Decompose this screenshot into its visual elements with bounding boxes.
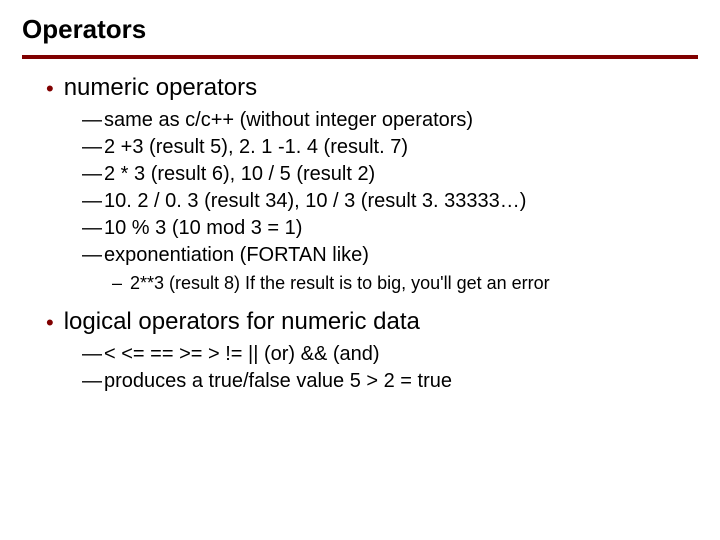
title-underline: [22, 55, 698, 59]
dash-icon: —: [82, 107, 102, 134]
list-item: • numeric operators — same as c/c++ (wit…: [46, 73, 698, 301]
list-item: — 10. 2 / 0. 3 (result 34), 10 / 3 (resu…: [82, 188, 698, 215]
bullet-icon: •: [46, 78, 54, 100]
bullet-text: 10 % 3 (10 mod 3 = 1): [104, 215, 302, 242]
dash-icon: —: [82, 215, 102, 242]
bullet-text: 10. 2 / 0. 3 (result 34), 10 / 3 (result…: [104, 188, 526, 215]
dash-icon: —: [82, 368, 102, 395]
bullet-text: exponentiation (FORTAN like): [104, 242, 369, 269]
bullet-list-level2: — < <= == >= > != || (or) && (and) — pro…: [82, 341, 698, 395]
slide-title: Operators: [22, 14, 698, 49]
bullet-list-level1: • numeric operators — same as c/c++ (wit…: [22, 73, 698, 397]
bullet-text: produces a true/false value 5 > 2 = true: [104, 368, 452, 395]
dash-icon: –: [112, 271, 124, 295]
list-item: — 10 % 3 (10 mod 3 = 1): [82, 215, 698, 242]
slide: Operators • numeric operators — same as …: [0, 0, 720, 540]
bullet-text: same as c/c++ (without integer operators…: [104, 107, 473, 134]
bullet-list-level3: – 2**3 (result 8) If the result is to bi…: [112, 271, 698, 295]
bullet-list-level2: — same as c/c++ (without integer operato…: [82, 107, 698, 269]
list-item: • logical operators for numeric data — <…: [46, 307, 698, 397]
list-item: — produces a true/false value 5 > 2 = tr…: [82, 368, 698, 395]
dash-icon: —: [82, 188, 102, 215]
list-item: — 2 * 3 (result 6), 10 / 5 (result 2): [82, 161, 698, 188]
dash-icon: —: [82, 341, 102, 368]
bullet-text: 2 * 3 (result 6), 10 / 5 (result 2): [104, 161, 375, 188]
list-item: — < <= == >= > != || (or) && (and): [82, 341, 698, 368]
list-item: — exponentiation (FORTAN like): [82, 242, 698, 269]
bullet-text: logical operators for numeric data: [64, 307, 420, 337]
bullet-text: numeric operators: [64, 73, 257, 103]
list-item: – 2**3 (result 8) If the result is to bi…: [112, 271, 698, 295]
bullet-text: 2 +3 (result 5), 2. 1 -1. 4 (result. 7): [104, 134, 408, 161]
list-item: — same as c/c++ (without integer operato…: [82, 107, 698, 134]
dash-icon: —: [82, 242, 102, 269]
dash-icon: —: [82, 134, 102, 161]
list-item: — 2 +3 (result 5), 2. 1 -1. 4 (result. 7…: [82, 134, 698, 161]
bullet-text: < <= == >= > != || (or) && (and): [104, 341, 380, 368]
bullet-icon: •: [46, 312, 54, 334]
dash-icon: —: [82, 161, 102, 188]
bullet-text: 2**3 (result 8) If the result is to big,…: [130, 271, 550, 295]
